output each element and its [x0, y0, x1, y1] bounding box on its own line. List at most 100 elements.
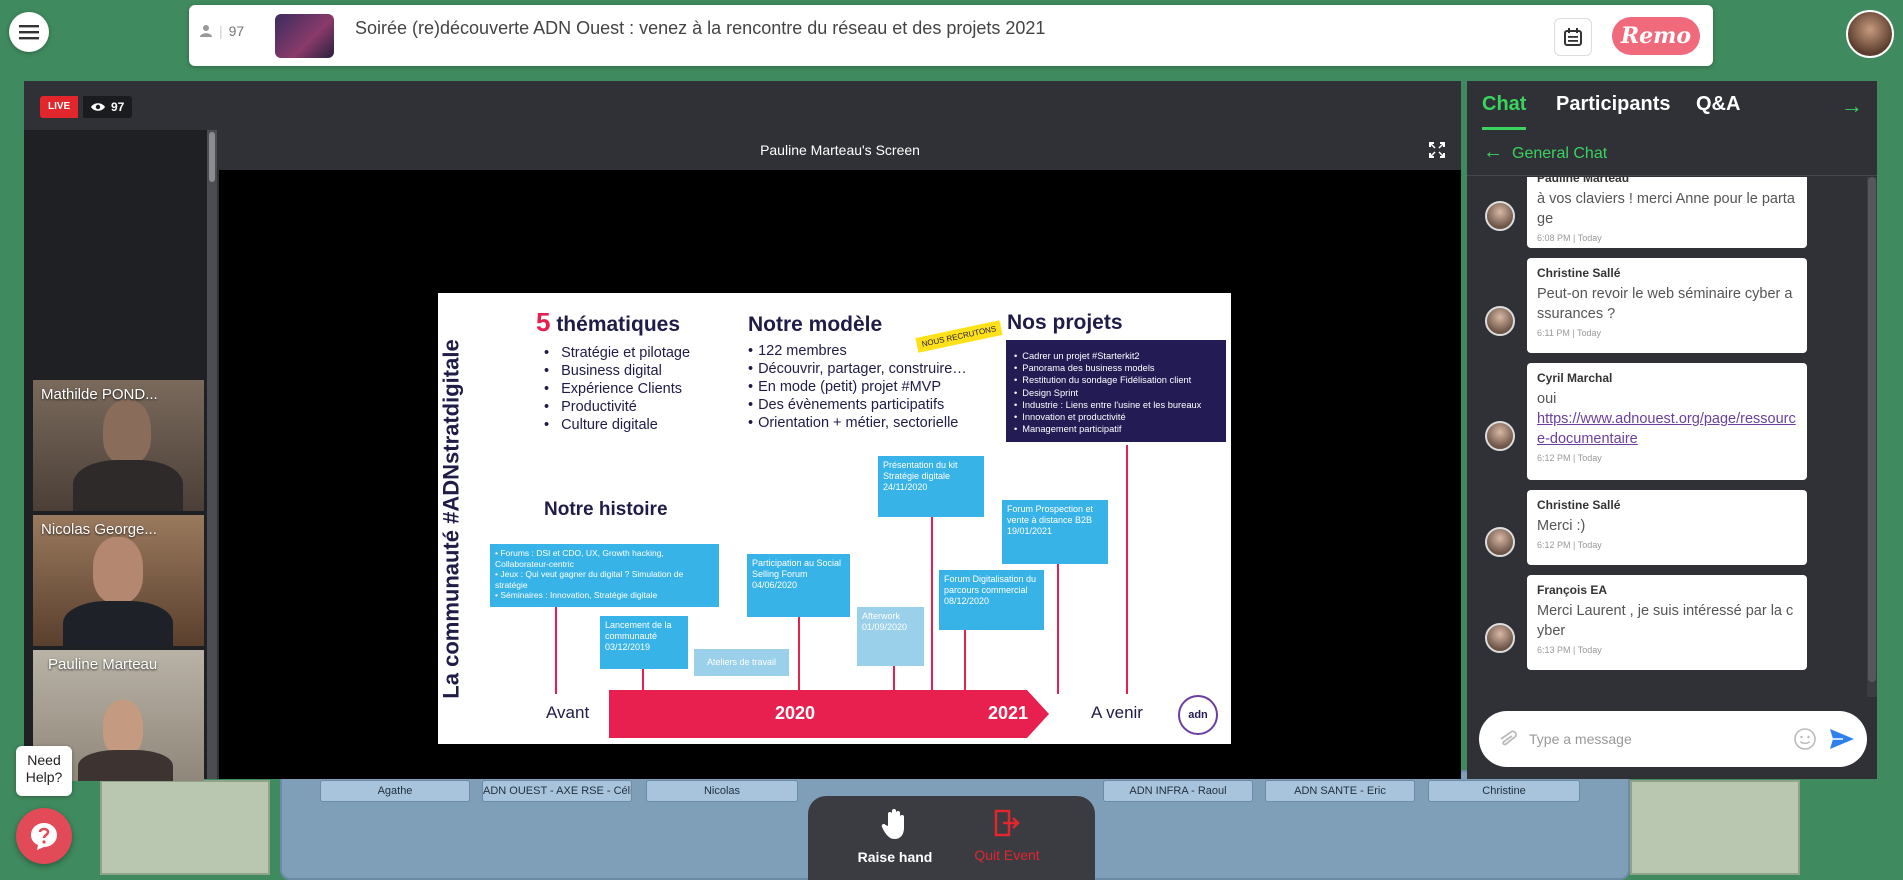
event-forum-prospection: Forum Prospection et vente à distance B2…	[1002, 500, 1108, 564]
remo-logo: Remo	[1612, 17, 1700, 55]
message-time: 6:12 PM | Today	[1537, 540, 1602, 550]
tab-chat[interactable]: Chat	[1482, 93, 1526, 116]
tab-underline	[1482, 127, 1526, 130]
avatar	[1485, 527, 1515, 557]
message-text: à vos claviers ! merci Anne pour le part…	[1537, 191, 1795, 227]
camera-name: Pauline Marteau	[48, 656, 158, 673]
attendee-count-value: 97	[228, 23, 245, 39]
collapse-panel-icon[interactable]: →	[1841, 93, 1863, 119]
hamburger-icon	[19, 25, 39, 40]
timeline-line	[642, 667, 644, 694]
timeline-year-2020: 2020	[775, 703, 816, 723]
quit-event-label: Quit Event	[974, 847, 1040, 863]
quit-event-button[interactable]: Quit Event	[952, 808, 1062, 863]
slide-vertical-title: La communauté #ADNstratdigitale	[438, 339, 464, 699]
list-item: Business digital	[544, 362, 690, 380]
list-item: Des évènements participatifs	[748, 396, 967, 414]
message-time: 6:11 PM | Today	[1537, 328, 1602, 338]
floor-seat-label[interactable]: Christine	[1428, 780, 1580, 802]
timeline-arrow	[609, 690, 1049, 738]
avatar	[1485, 201, 1515, 231]
avatar	[1485, 623, 1515, 653]
screen-share: Pauline Marteau's Screen La communauté #…	[219, 130, 1461, 779]
floor-seat-label[interactable]: Nicolas	[646, 780, 798, 802]
scrollbar-thumb[interactable]	[209, 132, 215, 182]
event-title: Soirée (re)découverte ADN Ouest : venez …	[355, 18, 1046, 38]
timeline-after: A venir	[1091, 703, 1143, 722]
chat-message-input[interactable]	[1529, 727, 1779, 751]
help-button[interactable]	[16, 808, 72, 864]
fullscreen-icon[interactable]	[1429, 142, 1445, 158]
camera-tile[interactable]: Nicolas George...	[33, 515, 204, 646]
chat-channel-header[interactable]: ← General Chat	[1467, 131, 1877, 176]
message-author: François EA	[1537, 583, 1608, 597]
tab-qa[interactable]: Q&A	[1696, 93, 1740, 116]
floor-room	[1630, 780, 1800, 875]
list-item: Découvrir, partager, construire…	[748, 360, 967, 378]
floor-seat-label[interactable]: ADN INFRA - Raoul	[1103, 780, 1253, 802]
chat-message-list: Pauline Marteau à vos claviers ! merci A…	[1467, 177, 1865, 697]
help-tooltip-line: Help?	[25, 769, 63, 785]
themes-heading-text: thématiques	[556, 313, 681, 336]
raised-hand-icon	[881, 809, 904, 839]
event-thumbnail	[275, 14, 334, 58]
back-arrow-icon[interactable]: ←	[1483, 141, 1503, 164]
adn-logo: adn	[1178, 695, 1218, 735]
calendar-icon	[1564, 28, 1582, 46]
floor-seat-label[interactable]: ADN SANTE - Eric	[1265, 780, 1415, 802]
calendar-button[interactable]	[1554, 18, 1592, 56]
event-kit: Présentation du kit Stratégie digitale 2…	[878, 456, 984, 517]
attendee-count[interactable]: | 97	[199, 23, 244, 39]
timeline-line	[931, 516, 933, 694]
list-item: Design Sprint	[1014, 387, 1218, 399]
list-item: Culture digitale	[544, 416, 690, 434]
stage-area: LIVE 97 Mathilde POND... Nicolas George.…	[24, 81, 1461, 781]
send-icon[interactable]	[1829, 727, 1855, 751]
floor-seat-label[interactable]: ADN OUEST - AXE RSE - Céline	[482, 780, 632, 802]
chat-channel-name[interactable]: General Chat	[1512, 145, 1607, 163]
event-header: | 97 Soirée (re)découverte ADN Ouest : v…	[189, 5, 1713, 66]
tab-participants[interactable]: Participants	[1556, 93, 1670, 116]
chat-scrollbar[interactable]	[1867, 177, 1877, 697]
chat-message: François EA Merci Laurent , je suis inté…	[1527, 575, 1807, 670]
message-author: Christine Sallé	[1537, 498, 1621, 512]
raise-hand-button[interactable]: Raise hand	[840, 808, 950, 865]
camera-face	[93, 537, 143, 603]
scrollbar-thumb[interactable]	[1868, 177, 1876, 682]
exit-door-icon	[994, 809, 1020, 837]
list-item: Panorama des business models	[1014, 362, 1218, 374]
message-link[interactable]: https://www.adnouest.org/page/ressource-…	[1537, 411, 1796, 447]
camera-body	[73, 460, 183, 511]
bottom-action-bar: Raise hand Quit Event	[808, 796, 1095, 880]
event-workshops: Ateliers de travail	[694, 649, 789, 676]
history-heading: Notre histoire	[544, 499, 668, 520]
camera-face	[103, 700, 143, 756]
avatar	[1485, 306, 1515, 336]
help-tooltip-line: Need	[27, 752, 61, 768]
help-question-icon	[31, 823, 57, 850]
list-item: En mode (petit) projet #MVP	[748, 378, 967, 396]
message-author: Pauline Marteau	[1537, 177, 1630, 185]
camera-tile[interactable]: Mathilde POND...	[33, 380, 204, 511]
themes-heading: 5 thématiques	[536, 307, 680, 338]
camera-body	[78, 750, 173, 781]
camera-name: Mathilde POND...	[41, 386, 158, 403]
list-item: Innovation et productivité	[1014, 411, 1218, 423]
timeline-line	[798, 617, 800, 694]
chat-tabs: Chat Participants Q&A →	[1467, 81, 1877, 131]
floor-seat-label[interactable]: Agathe	[320, 780, 470, 802]
timeline-year-2021: 2021	[988, 703, 1029, 723]
list-item: Restitution du sondage Fidélisation clie…	[1014, 374, 1218, 386]
message-text: oui https://www.adnouest.org/page/ressou…	[1537, 391, 1796, 447]
help-tooltip: Need Help?	[16, 746, 72, 796]
attachment-icon[interactable]	[1497, 730, 1519, 748]
stage-scrollbar[interactable]	[207, 130, 217, 779]
user-avatar[interactable]	[1846, 10, 1894, 58]
message-time: 6:12 PM | Today	[1537, 453, 1602, 463]
projects-box: Cadrer un projet #Starterkit2 Panorama d…	[1006, 340, 1226, 442]
event-social-selling: Participation au Social Selling Forum 04…	[747, 554, 850, 617]
emoji-icon[interactable]	[1793, 727, 1817, 751]
list-item: Management participatif	[1014, 423, 1218, 435]
main-menu-button[interactable]	[9, 12, 49, 52]
list-item: Industrie : Liens entre l'usine et les b…	[1014, 399, 1218, 411]
